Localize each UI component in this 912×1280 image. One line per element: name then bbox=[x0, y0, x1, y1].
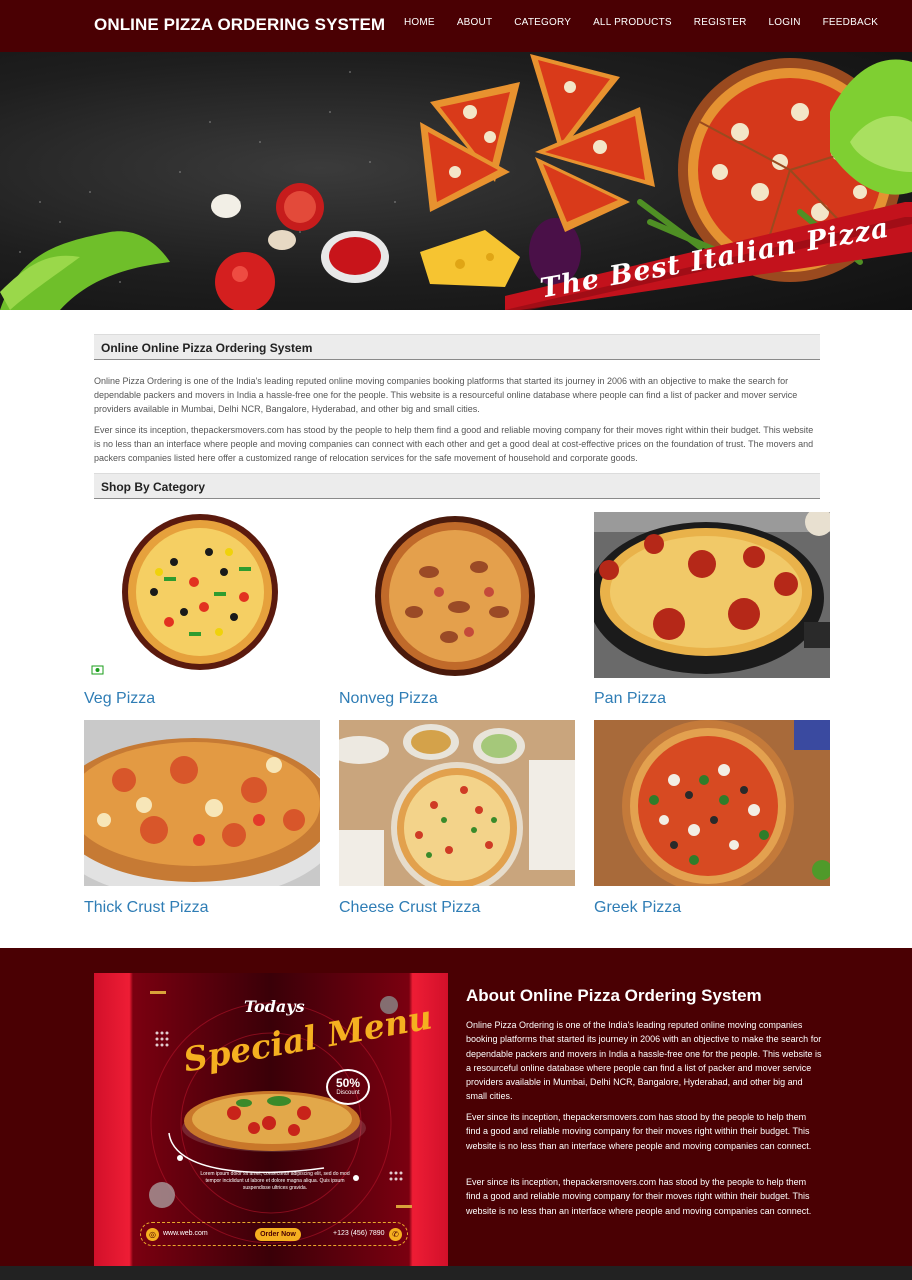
category-card-greek[interactable]: Greek Pizza bbox=[594, 720, 830, 916]
promo-bottom-bar: ◎ www.web.com Order Now +123 (456) 7890 … bbox=[140, 1222, 408, 1246]
special-menu-promo-image: Todays Special Menu 50% Discount Lorem i… bbox=[94, 973, 448, 1266]
intro-paragraph-2: Ever since its inception, thepackersmove… bbox=[94, 425, 814, 463]
nav-category-link[interactable]: CATEGORY bbox=[514, 17, 571, 28]
category-name-cheese-crust[interactable]: Cheese Crust Pizza bbox=[339, 899, 480, 917]
category-name-greek[interactable]: Greek Pizza bbox=[594, 899, 681, 917]
veg-pizza-image[interactable] bbox=[84, 512, 320, 678]
promo-discount-label: Discount bbox=[336, 1090, 360, 1096]
about-paragraph-3: Ever since its inception, thepackersmove… bbox=[466, 1177, 812, 1216]
hero-illustration bbox=[0, 54, 912, 310]
promo-lorem-text: Lorem ipsum dolor sit amet, consectetur … bbox=[200, 1171, 350, 1191]
category-card-nonveg[interactable]: Nonveg Pizza bbox=[339, 512, 575, 707]
about-title: About Online Pizza Ordering System bbox=[466, 986, 762, 1005]
thick-crust-pizza-image[interactable] bbox=[84, 720, 320, 886]
about-paragraph-1: Online Pizza Ordering is one of the Indi… bbox=[466, 1020, 822, 1102]
nav-feedback-link[interactable]: FEEDBACK bbox=[823, 17, 879, 28]
intro-paragraph-1: Online Pizza Ordering is one of the Indi… bbox=[94, 376, 798, 414]
promo-website: www.web.com bbox=[163, 1230, 208, 1237]
main-nav: HOME ABOUT CATEGORY ALL PRODUCTS REGISTE… bbox=[404, 17, 900, 28]
site-brand[interactable]: ONLINE PIZZA ORDERING SYSTEM bbox=[94, 15, 385, 35]
globe-icon: ◎ bbox=[146, 1228, 159, 1241]
cheese-crust-pizza-image[interactable] bbox=[339, 720, 575, 886]
category-name-nonveg[interactable]: Nonveg Pizza bbox=[339, 690, 438, 708]
promo-discount-badge: 50% Discount bbox=[326, 1069, 370, 1105]
pan-pizza-image[interactable] bbox=[594, 512, 830, 678]
nav-register-link[interactable]: REGISTER bbox=[694, 17, 747, 28]
top-navbar: ONLINE PIZZA ORDERING SYSTEM HOME ABOUT … bbox=[0, 0, 912, 52]
category-card-thick-crust[interactable]: Thick Crust Pizza bbox=[84, 720, 320, 916]
category-card-veg[interactable]: Veg Pizza bbox=[84, 512, 320, 707]
intro-heading: Online Online Pizza Ordering System bbox=[101, 341, 313, 355]
nav-about-link[interactable]: ABOUT bbox=[457, 17, 492, 28]
nav-all-products-link[interactable]: ALL PRODUCTS bbox=[593, 17, 672, 28]
promo-phone: +123 (456) 7890 bbox=[333, 1230, 385, 1237]
hero-banner: The Best Italian Pizza bbox=[0, 52, 912, 310]
greek-pizza-image[interactable] bbox=[594, 720, 830, 886]
category-card-cheese-crust[interactable]: Cheese Crust Pizza bbox=[339, 720, 575, 916]
footer-bottom-strip bbox=[0, 1266, 912, 1280]
category-heading-bar: Shop By Category bbox=[94, 473, 820, 499]
promo-todays-text: Todays bbox=[244, 997, 305, 1016]
promo-order-now-button: Order Now bbox=[255, 1228, 301, 1241]
category-name-thick-crust[interactable]: Thick Crust Pizza bbox=[84, 899, 208, 917]
category-heading: Shop By Category bbox=[101, 480, 206, 494]
category-name-veg[interactable]: Veg Pizza bbox=[84, 690, 155, 708]
about-paragraph-2: Ever since its inception, thepackersmove… bbox=[466, 1112, 812, 1151]
phone-icon: ✆ bbox=[389, 1228, 402, 1241]
category-name-pan[interactable]: Pan Pizza bbox=[594, 690, 666, 708]
category-card-pan[interactable]: Pan Pizza bbox=[594, 512, 830, 707]
nav-login-link[interactable]: LOGIN bbox=[769, 17, 801, 28]
nonveg-pizza-image[interactable] bbox=[339, 512, 575, 678]
nav-home-link[interactable]: HOME bbox=[404, 17, 435, 28]
promo-discount-value: 50% bbox=[335, 1076, 361, 1090]
intro-heading-bar: Online Online Pizza Ordering System bbox=[94, 334, 820, 360]
about-section: Todays Special Menu 50% Discount Lorem i… bbox=[0, 948, 912, 1266]
